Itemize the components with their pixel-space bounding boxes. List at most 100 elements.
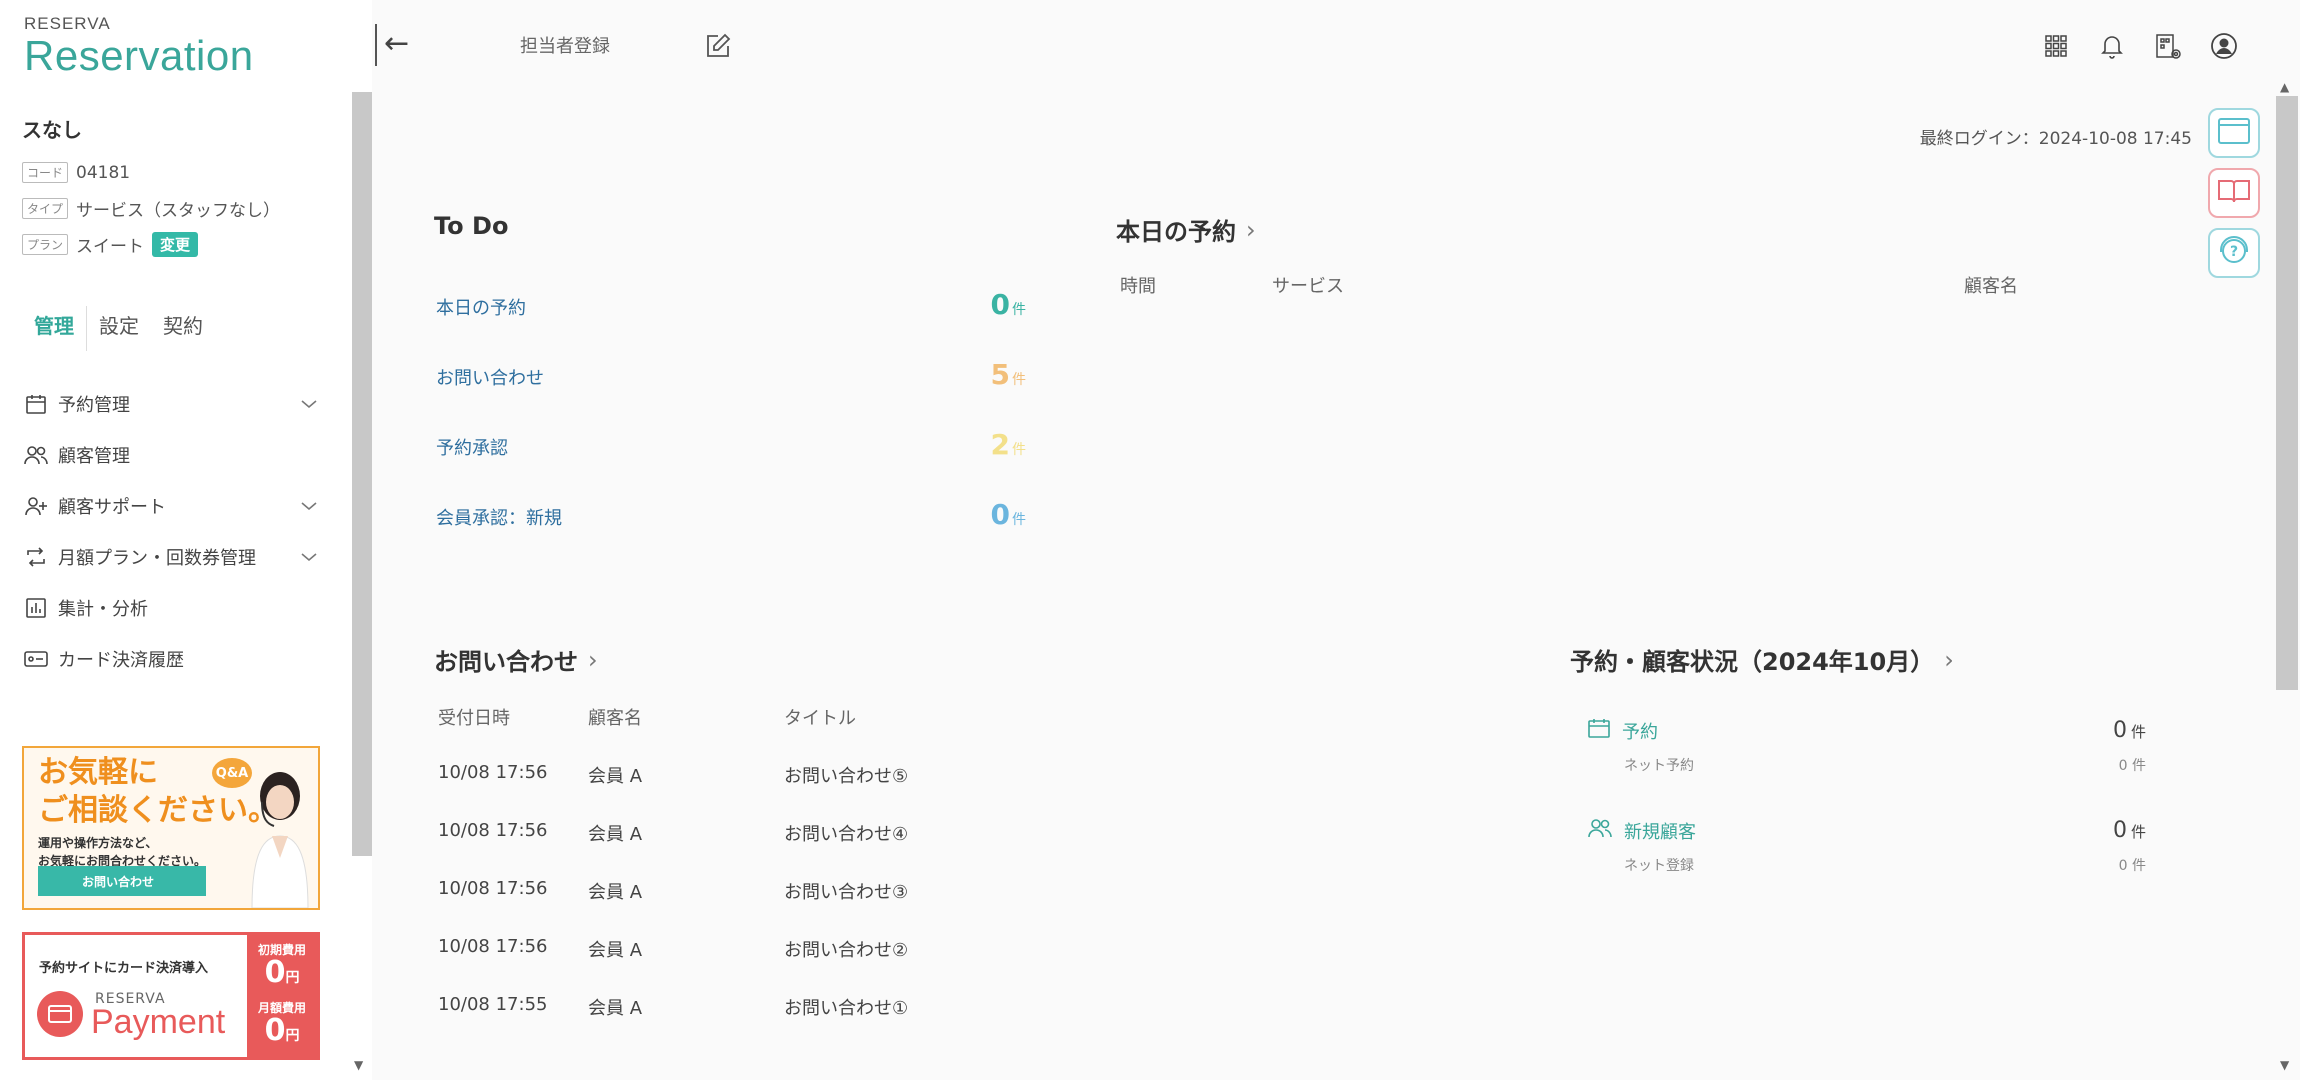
todo-count-number: 2 — [990, 428, 1010, 461]
chevron-right-icon[interactable]: › — [1944, 646, 1954, 674]
today-reservations-title[interactable]: 本日の予約 › — [1116, 212, 1256, 247]
inq-customer: 会員 A — [588, 824, 643, 845]
code-value: 04181 — [76, 162, 131, 183]
main-scroll-up-icon[interactable]: ▲ — [2280, 80, 2289, 94]
inq-date: 10/08 17:56 — [438, 878, 548, 899]
apps-grid-icon[interactable] — [2040, 30, 2072, 62]
sidebar-item-plans[interactable]: 月額プラン・回数券管理 — [22, 531, 322, 582]
building-settings-icon[interactable] — [2152, 30, 2184, 62]
sidebar-item-card-history[interactable]: カード決済履歴 — [22, 633, 322, 684]
inq-title[interactable]: お問い合わせ① — [784, 994, 908, 1020]
status-label[interactable]: 新規顧客 — [1624, 818, 2113, 844]
todo-count: 2件 — [991, 428, 1026, 461]
staff-register-link[interactable]: 担当者登録 — [520, 32, 610, 58]
meta-plan: プラン スイート 変更 — [22, 232, 199, 257]
status-title-text: 予約・顧客状況（2024年10月） — [1570, 648, 1935, 676]
sidebar: RESERVA Reservation スなし コード 04181 タイプ サー… — [0, 0, 372, 1080]
main-scrollbar[interactable] — [2276, 96, 2298, 690]
chevron-down-icon[interactable] — [296, 500, 322, 512]
status-count: 0件 — [2113, 718, 2146, 743]
payment-banner[interactable]: 予約サイトにカード決済導入 RESERVA Payment 初期費用 0円 月額… — [22, 932, 320, 1060]
contact-banner[interactable]: お気軽に ご相談ください。 Q&A 運用や操作方法など、 お気軽にお問合わせくだ… — [22, 746, 320, 910]
todo-count-number: 0 — [990, 288, 1010, 321]
contact-sub-line1: 運用や操作方法など、 — [38, 836, 158, 850]
chevron-right-icon[interactable]: › — [1246, 216, 1256, 244]
meta-type: タイプ サービス（スタッフなし） — [22, 196, 280, 221]
manual-button[interactable] — [2208, 168, 2260, 218]
inq-title[interactable]: お問い合わせ② — [784, 936, 908, 962]
sidebar-item-customer-support[interactable]: 顧客サポート — [22, 480, 322, 531]
sidebar-item-label: 予約管理 — [58, 394, 130, 416]
inq-col-title: タイトル — [784, 708, 856, 729]
inq-col-customer: 顧客名 — [588, 708, 642, 729]
sidebar-scrollbar[interactable] — [352, 92, 372, 856]
initial-fee-number: 0 — [264, 955, 286, 990]
sidebar-item-customers[interactable]: 顧客管理 — [22, 429, 322, 480]
todo-item-today[interactable]: 本日の予約 0件 — [436, 288, 1026, 321]
inq-title[interactable]: お問い合わせ③ — [784, 878, 908, 904]
todo-title: To Do — [434, 212, 508, 240]
edit-icon[interactable] — [704, 32, 732, 65]
help-button[interactable]: ? — [2208, 228, 2260, 278]
inq-date: 10/08 17:56 — [438, 820, 548, 841]
inq-customer: 会員 A — [588, 940, 643, 961]
sidebar-item-reservations[interactable]: 予約管理 — [22, 378, 322, 429]
header-divider — [375, 24, 377, 66]
type-tag: タイプ — [22, 198, 69, 219]
chevron-down-icon[interactable] — [296, 398, 322, 410]
currency-unit: 円 — [285, 970, 300, 986]
sidebar-scroll-down-icon[interactable]: ▼ — [354, 1058, 363, 1072]
browser-window-button[interactable] — [2208, 108, 2260, 158]
payment-banner-left: 予約サイトにカード決済導入 RESERVA Payment — [25, 935, 247, 1057]
todo-label[interactable]: 予約承認 — [436, 434, 508, 460]
status-unit: 件 — [2130, 723, 2146, 741]
sidebar-item-analytics[interactable]: 集計・分析 — [22, 582, 322, 633]
plan-change-button[interactable]: 変更 — [152, 232, 199, 257]
tab-manage[interactable]: 管理 — [22, 306, 87, 351]
chevron-down-icon[interactable] — [296, 551, 322, 563]
users-icon — [1586, 816, 1614, 845]
tab-contract[interactable]: 契約 — [151, 306, 215, 351]
inq-date: 10/08 17:55 — [438, 994, 548, 1015]
code-tag: コード — [22, 162, 69, 183]
status-title[interactable]: 予約・顧客状況（2024年10月） › — [1570, 642, 1954, 677]
payment-brand-big: Payment — [91, 1003, 226, 1041]
inquiries-title[interactable]: お問い合わせ › — [434, 642, 598, 677]
todo-label[interactable]: お問い合わせ — [436, 364, 544, 390]
todo-item-member-approval[interactable]: 会員承認：新規 0件 — [436, 498, 1026, 531]
todo-unit: 件 — [1012, 512, 1026, 528]
inq-date: 10/08 17:56 — [438, 936, 548, 957]
status-count-number: 0 — [2112, 718, 2127, 743]
bell-icon[interactable] — [2096, 30, 2128, 62]
support-operator-image — [251, 772, 309, 908]
inquiries-title-text: お問い合わせ — [434, 648, 578, 676]
todo-count: 0件 — [991, 288, 1026, 321]
chevron-right-icon[interactable]: › — [588, 646, 598, 674]
repeat-icon — [22, 543, 50, 571]
status-label[interactable]: 予約 — [1622, 718, 2113, 744]
account-icon[interactable] — [2208, 30, 2240, 62]
sidebar-tabs: 管理 設定 契約 — [22, 306, 215, 351]
todo-label[interactable]: 会員承認：新規 — [436, 504, 562, 530]
app-logo[interactable]: RESERVA Reservation — [24, 14, 254, 78]
todo-item-approvals[interactable]: 予約承認 2件 — [436, 428, 1026, 461]
inq-title[interactable]: お問い合わせ④ — [784, 820, 908, 846]
back-arrow-icon[interactable]: ← — [384, 28, 409, 60]
todo-item-inquiries[interactable]: お問い合わせ 5件 — [436, 358, 1026, 391]
status-count-number: 0 — [2112, 818, 2127, 843]
todo-unit: 件 — [1012, 302, 1026, 318]
inq-title[interactable]: お問い合わせ⑤ — [784, 762, 908, 788]
todo-count: 0件 — [991, 498, 1026, 531]
todo-label[interactable]: 本日の予約 — [436, 294, 526, 320]
status-sub-number: 0 — [2118, 758, 2128, 774]
calendar-icon — [22, 390, 50, 418]
status-sub-count: 0 件 — [2119, 855, 2146, 875]
org-name: スなし — [22, 118, 82, 142]
status-sub-count: 0 件 — [2119, 755, 2146, 775]
contact-banner-button[interactable]: お問い合わせ — [38, 866, 206, 896]
user-plus-icon — [22, 492, 50, 520]
meta-code: コード 04181 — [22, 162, 130, 183]
tab-settings[interactable]: 設定 — [87, 306, 151, 351]
sidebar-nav: 予約管理 顧客管理 顧客サポート 月額プラン・回数券管理 集計・分析 カード決済… — [22, 378, 322, 684]
main-scroll-down-icon[interactable]: ▼ — [2280, 1058, 2289, 1072]
